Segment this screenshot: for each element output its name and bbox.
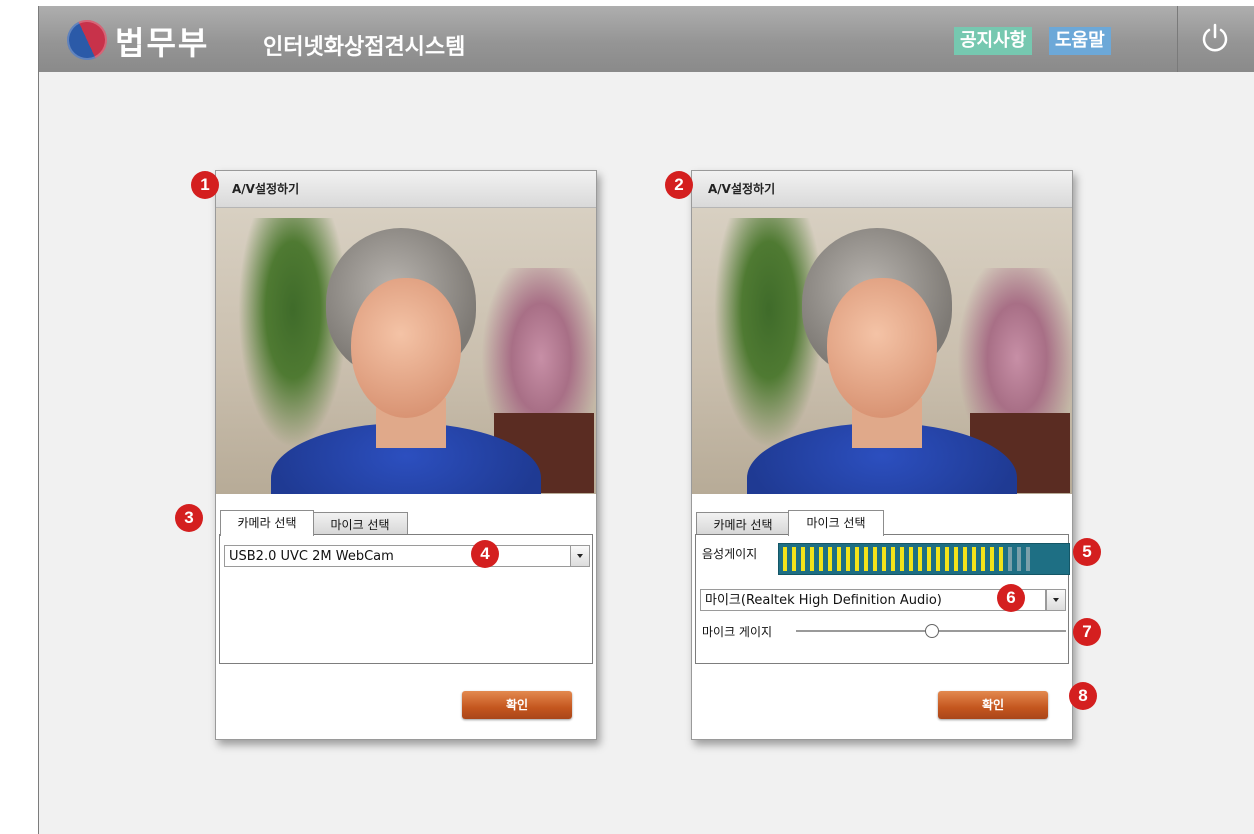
voice-gauge-bar xyxy=(999,547,1003,571)
voice-gauge-bar xyxy=(1017,547,1021,571)
marker-4: 4 xyxy=(471,540,499,568)
voice-gauge-bar xyxy=(954,547,958,571)
device-tabs: 카메라 선택 마이크 선택 xyxy=(216,494,596,536)
ministry-name: 법무부 xyxy=(115,24,210,62)
panel-title: A/V설정하기 xyxy=(692,171,1072,208)
mic-select-dropdown[interactable] xyxy=(1046,589,1066,611)
confirm-button[interactable]: 확인 xyxy=(938,691,1048,719)
mic-gauge-thumb[interactable] xyxy=(925,624,939,638)
device-tabs: 카메라 선택 마이크 선택 xyxy=(692,494,1072,536)
av-settings-panel-camera: A/V설정하기 카메라 선택 마이크 선택 USB2.0 UVC 2M WebC… xyxy=(215,170,597,740)
av-settings-panel-mic: A/V설정하기 카메라 선택 마이크 선택 음성게이지 마이크(Realtek … xyxy=(691,170,1073,740)
tab-camera-select[interactable]: 카메라 선택 xyxy=(220,510,314,536)
confirm-button[interactable]: 확인 xyxy=(462,691,572,719)
help-button[interactable]: 도움말 xyxy=(1049,27,1111,55)
dropdown-arrow-icon[interactable] xyxy=(1047,590,1065,610)
camera-select[interactable]: USB2.0 UVC 2M WebCam xyxy=(224,545,590,567)
voice-gauge-bar xyxy=(882,547,886,571)
voice-gauge-bar xyxy=(846,547,850,571)
app-window: 법무부 인터넷화상접견시스템 공지사항 도움말 A/V설정하기 카메라 선택 마… xyxy=(38,6,1254,834)
mic-select[interactable]: 마이크(Realtek High Definition Audio) xyxy=(700,589,1046,611)
marker-8: 8 xyxy=(1069,682,1097,710)
voice-gauge-bar xyxy=(918,547,922,571)
voice-gauge-label: 음성게이지 xyxy=(702,547,758,561)
power-icon[interactable] xyxy=(1199,22,1231,54)
marker-6: 6 xyxy=(997,584,1025,612)
voice-gauge-bar xyxy=(1026,547,1030,571)
voice-gauge-bar xyxy=(927,547,931,571)
camera-preview xyxy=(692,208,1072,494)
voice-gauge-bar xyxy=(819,547,823,571)
tab-mic-select[interactable]: 마이크 선택 xyxy=(312,512,408,535)
voice-gauge-bar xyxy=(909,547,913,571)
mic-select-value: 마이크(Realtek High Definition Audio) xyxy=(705,593,942,608)
voice-gauge-bar xyxy=(855,547,859,571)
marker-2: 2 xyxy=(665,171,693,199)
notice-button[interactable]: 공지사항 xyxy=(954,27,1033,55)
system-title: 인터넷화상접견시스템 xyxy=(263,35,466,60)
voice-gauge-bar xyxy=(963,547,967,571)
ministry-logo-icon xyxy=(60,13,114,67)
voice-gauge-bar xyxy=(864,547,868,571)
panel-title: A/V설정하기 xyxy=(216,171,596,208)
voice-gauge-bar xyxy=(936,547,940,571)
camera-select-value: USB2.0 UVC 2M WebCam xyxy=(229,549,394,564)
voice-gauge-bar xyxy=(783,547,787,571)
voice-gauge-bar xyxy=(981,547,985,571)
voice-gauge-bar xyxy=(837,547,841,571)
tab-mic-select[interactable]: 마이크 선택 xyxy=(788,510,884,536)
voice-gauge-bar xyxy=(990,547,994,571)
camera-preview xyxy=(216,208,596,494)
tab-camera-select[interactable]: 카메라 선택 xyxy=(696,512,790,535)
voice-gauge-bar xyxy=(828,547,832,571)
toolbar-divider xyxy=(1177,6,1178,72)
tab-content: USB2.0 UVC 2M WebCam xyxy=(219,534,593,664)
marker-3: 3 xyxy=(175,504,203,532)
voice-gauge-bar xyxy=(900,547,904,571)
dropdown-arrow-icon[interactable] xyxy=(570,546,589,566)
voice-gauge-bar xyxy=(810,547,814,571)
marker-5: 5 xyxy=(1073,538,1101,566)
mic-gauge-label: 마이크 게이지 xyxy=(702,625,773,639)
top-bar: 법무부 인터넷화상접견시스템 공지사항 도움말 xyxy=(39,6,1254,72)
voice-gauge-bar xyxy=(891,547,895,571)
voice-gauge-bar xyxy=(945,547,949,571)
voice-gauge-bar xyxy=(873,547,877,571)
marker-1: 1 xyxy=(191,171,219,199)
voice-gauge-bar xyxy=(801,547,805,571)
voice-gauge-bar xyxy=(972,547,976,571)
voice-gauge xyxy=(778,543,1070,575)
marker-7: 7 xyxy=(1073,618,1101,646)
voice-gauge-bar xyxy=(792,547,796,571)
voice-gauge-bar xyxy=(1008,547,1012,571)
